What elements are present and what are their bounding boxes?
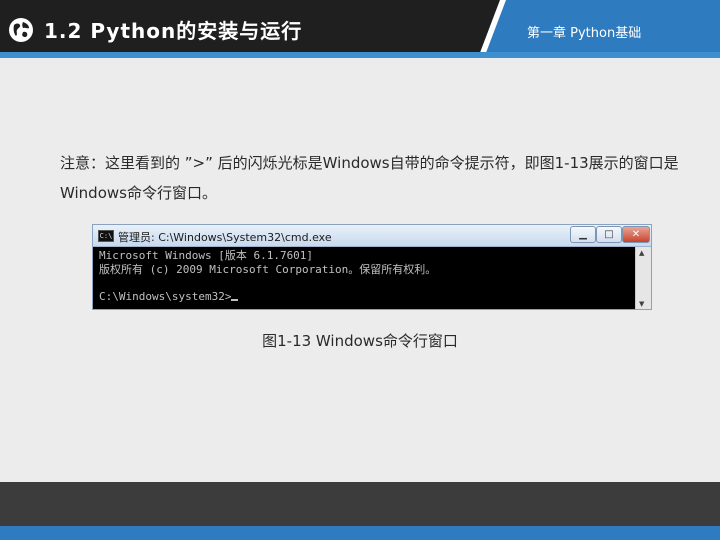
slide-header: 1.2 Python的安装与运行 第一章 Python基础 [0,0,720,58]
figure-caption: 图1-13 Windows命令行窗口 [262,332,458,350]
cmd-window-screenshot: C:\ 管理员: C:\Windows\System32\cmd.exe ▁ □… [92,224,652,310]
cmd-app-icon: C:\ [98,230,114,242]
blinking-cursor [231,298,239,301]
cmd-console-output[interactable]: Microsoft Windows [版本 6.1.7601] 版权所有 (c)… [93,247,635,309]
console-prompt-line: C:\Windows\system32> [99,290,629,304]
globe-icon [9,18,33,42]
scroll-down-arrow-icon[interactable]: ▼ [639,300,644,308]
close-button[interactable]: ✕ [622,226,650,243]
maximize-button[interactable]: □ [596,226,622,243]
minimize-button[interactable]: ▁ [570,226,596,243]
footer-dark-band [0,482,720,526]
console-line: 版权所有 (c) 2009 Microsoft Corporation。保留所有… [99,262,437,276]
section-title: 1.2 Python的安装与运行 [44,19,303,43]
note-paragraph: 注意：这里看到的 ”>” 后的闪烁光标是Windows自带的命令提示符，即图1-… [60,154,679,202]
header-bottom-line [0,52,720,58]
cmd-titlebar: C:\ 管理员: C:\Windows\System32\cmd.exe ▁ □… [93,225,651,247]
footer-blue-band [0,526,720,540]
scroll-up-arrow-icon[interactable]: ▲ [639,249,644,257]
vertical-scrollbar[interactable]: ▲ ▼ [635,247,651,309]
cmd-window-title: 管理员: C:\Windows\System32\cmd.exe [118,231,332,244]
console-line: Microsoft Windows [版本 6.1.7601] [99,249,314,262]
console-prompt: C:\Windows\system32> [99,289,232,303]
chapter-label: 第一章 Python基础 [527,26,642,41]
